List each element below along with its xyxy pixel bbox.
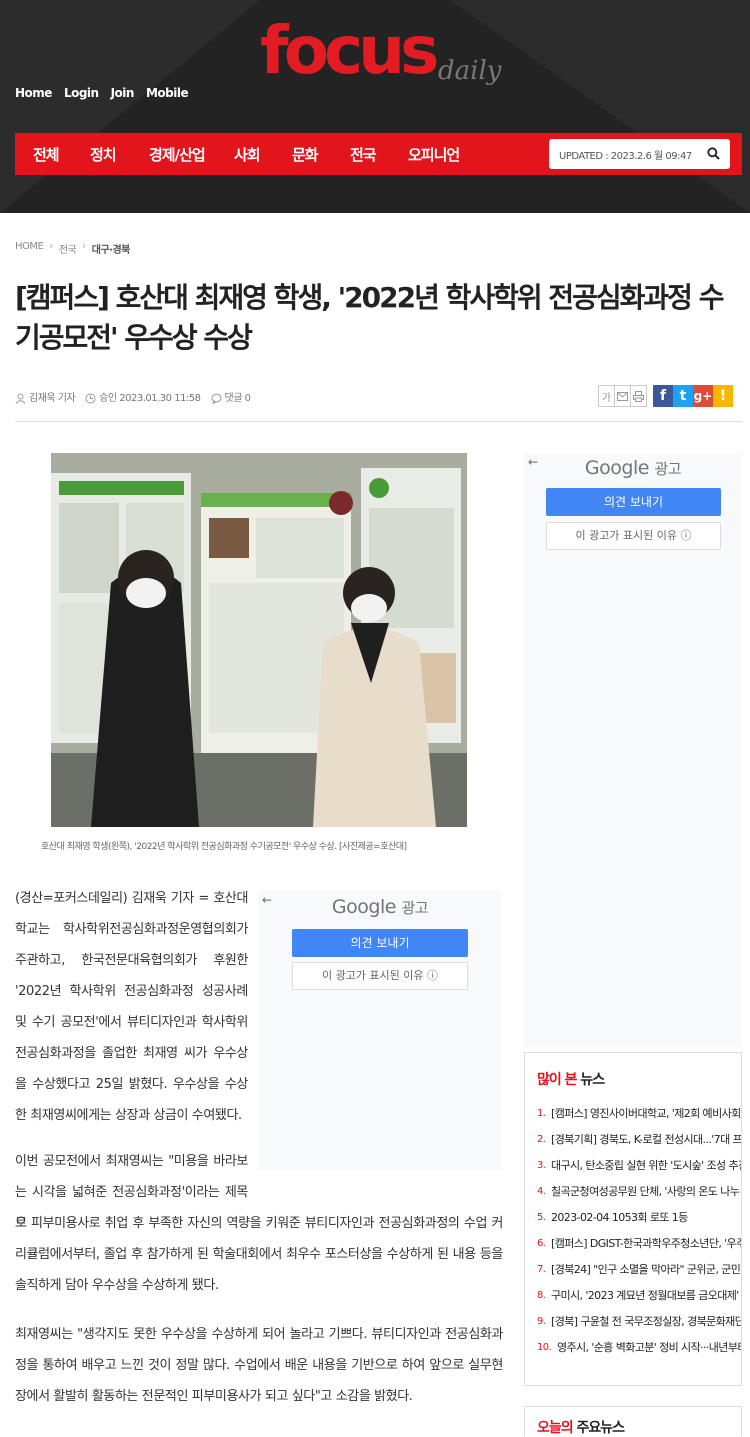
popular-news: 많이 본 뉴스 1. [캠퍼스] 영진사이버대학교, '제2회 예비사회복 2.[… — [524, 1052, 742, 1386]
popular-item[interactable]: 4. 칠곡군청여성공무원 단체, '사랑의 온도 나누 — [537, 1178, 741, 1204]
photo-students-with-poster — [51, 453, 467, 827]
popular-item[interactable]: 3. 대구시, 탄소중립 실현 위한 '도시숲' 조성 추진 — [537, 1152, 741, 1178]
popular-item[interactable]: 5. 2023-02-04 1053회 로또 1등 — [537, 1204, 741, 1230]
twitter-share-button[interactable]: t — [673, 385, 693, 407]
divider — [15, 421, 742, 422]
ad-label: Google 광고 — [584, 457, 682, 479]
search-icon[interactable] — [707, 147, 720, 160]
user-icon — [15, 393, 26, 404]
ad-feedback-button[interactable]: 의견 보내기 — [546, 488, 721, 516]
author: 김재욱 기자 — [15, 389, 76, 404]
nav-mobile-link[interactable]: Mobile — [146, 86, 189, 100]
popular-item[interactable]: 7. [경북24] "인구 소멸을 막아라" 군위군, 군민 의 — [537, 1256, 741, 1282]
article-photo — [51, 453, 467, 827]
nav-login-link[interactable]: Login — [64, 86, 99, 100]
breadcrumb-daegu[interactable]: 대구·경북 — [92, 241, 131, 256]
email-button[interactable] — [614, 385, 631, 407]
font-size-button[interactable]: 가 — [598, 385, 615, 407]
menu-all[interactable]: 전체 — [33, 144, 90, 165]
popular-item[interactable]: 9. [경북] 구윤철 전 국무조정실장, 경북문화재단 — [537, 1308, 741, 1334]
ad-why-button[interactable]: 이 광고가 표시된 이유 ⓘ — [546, 522, 721, 550]
nav-home-link[interactable]: Home — [15, 86, 52, 100]
site-header: Home Login Join Mobile focus daily 전체 정치… — [0, 0, 750, 213]
logo-sub: daily — [438, 56, 502, 86]
article-paragraph-3: 최재영씨는 "생각지도 못한 우수상을 수상하게 되어 놀라고 기쁘다. 뷰티디… — [15, 1327, 503, 1404]
nav-join-link[interactable]: Join — [111, 86, 135, 100]
chevron-right-icon: › — [82, 241, 86, 252]
menu-culture[interactable]: 문화 — [292, 144, 350, 165]
ad-feedback-button[interactable]: 의견 보내기 — [292, 929, 468, 957]
approved-date: 승인 2023.01.30 11:58 — [85, 389, 201, 404]
breadcrumb-region[interactable]: 전국 — [59, 241, 77, 256]
breadcrumb-home[interactable]: HOME — [15, 241, 44, 256]
today-news-title: 오늘의 주요뉴스 — [537, 1420, 625, 1436]
ad-label: Google 광고 — [331, 896, 429, 918]
inline-ad: ← Google 광고 의견 보내기 이 광고가 표시된 이유 ⓘ — [258, 891, 502, 1170]
main-nav: 전체 정치 경제/산업 사회 문화 전국 오피니언 UPDATED : 2023… — [15, 133, 742, 175]
sidebar-ad: ← Google 광고 의견 보내기 이 광고가 표시된 이유 ⓘ — [524, 453, 742, 1047]
photo-caption: 호산대 최재영 학생(왼쪽), '2022년 학사학위 전공심화과정 수기공모전… — [41, 842, 407, 852]
menu-region[interactable]: 전국 — [350, 144, 408, 165]
comment-count[interactable]: 댓글 0 — [211, 389, 251, 404]
article-tools: 가 f t g+ ! — [598, 385, 733, 407]
top-nav: Home Login Join Mobile — [15, 86, 189, 100]
facebook-share-button[interactable]: f — [653, 385, 673, 407]
chevron-right-icon: › — [49, 241, 53, 252]
popular-item[interactable]: 1. [캠퍼스] 영진사이버대학교, '제2회 예비사회복 — [537, 1100, 741, 1126]
search-box[interactable]: UPDATED : 2023.2.6 월 09:47 — [549, 139, 730, 169]
article-paragraph-2b: 로 피부미용사로 취업 후 부족한 자신의 역량을 키워준 뷰티디자인과 전공심… — [15, 1216, 503, 1293]
popular-item[interactable]: 6. [캠퍼스] DGIST-한국과학우주청소년단, '우주 — [537, 1230, 741, 1256]
menu-politics[interactable]: 정치 — [90, 144, 149, 165]
kakao-share-button[interactable]: ! — [713, 385, 733, 407]
update-text: UPDATED : 2023.2.6 월 09:47 — [559, 151, 692, 162]
today-news: 오늘의 주요뉴스 — [524, 1406, 742, 1436]
popular-item[interactable]: 8. 구미시, '2023 계묘년 정월대보름 금오대제' 개 — [537, 1282, 741, 1308]
print-icon — [633, 390, 644, 402]
menu-society[interactable]: 사회 — [234, 144, 292, 165]
clock-icon — [85, 393, 96, 403]
article-paragraph-1: (경산=포커스데일리) 김재욱 기자 = 호산대학교는 학사학위전공심화과정운영… — [15, 891, 248, 1123]
popular-news-title: 많이 본 뉴스 — [537, 1072, 605, 1088]
article-meta: 김재욱 기자 승인 2023.01.30 11:58 댓글 0 — [15, 389, 251, 404]
print-button[interactable] — [630, 385, 647, 407]
article-title: [캠퍼스] 호산대 최재영 학생, '2022년 학사학위 전공심화과정 수기공… — [15, 281, 724, 354]
menu-opinion[interactable]: 오피니언 — [408, 144, 488, 165]
logo-main: focus — [260, 12, 439, 89]
popular-item[interactable]: 10. 영주시, '순흥 벽화고분' 정비 시작···내년부터 — [537, 1334, 741, 1360]
popular-item[interactable]: 2. [경북기획] 경북도, K-로컬 전성시대...'7대 프로 — [537, 1126, 741, 1152]
breadcrumb: HOME › 전국 › 대구·경북 — [15, 241, 130, 256]
ad-why-button[interactable]: 이 광고가 표시된 이유 ⓘ — [292, 962, 468, 990]
mail-icon — [617, 391, 628, 401]
comment-icon — [211, 393, 222, 404]
google-plus-share-button[interactable]: g+ — [693, 385, 713, 407]
menu-economy[interactable]: 경제/산업 — [149, 144, 234, 165]
site-logo[interactable]: focus daily — [260, 18, 501, 87]
